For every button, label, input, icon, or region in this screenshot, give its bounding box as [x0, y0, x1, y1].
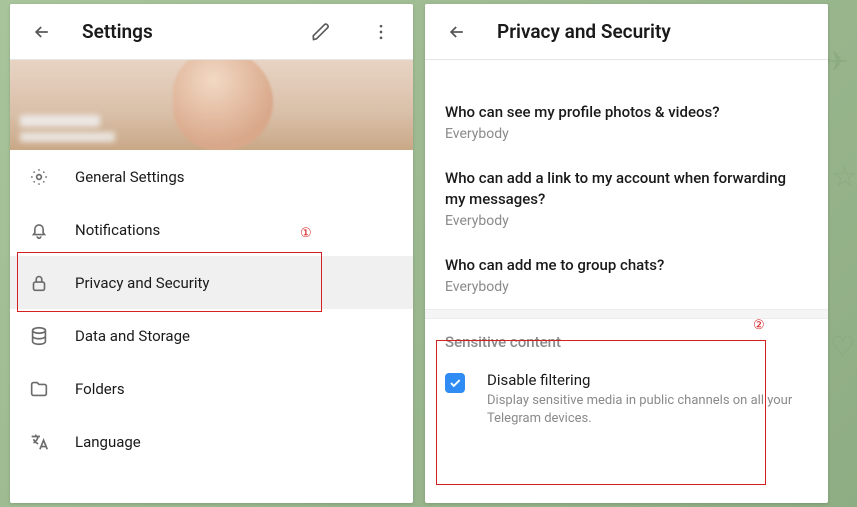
database-icon	[28, 325, 50, 347]
privacy-row-value: Everybody	[445, 126, 808, 142]
privacy-row-title: Who can add a link to my account when fo…	[445, 168, 808, 209]
settings-panel: Settings General Settings Notifications …	[10, 4, 413, 503]
privacy-row-title: Who can add me to group chats?	[445, 255, 808, 275]
more-vert-icon	[371, 22, 391, 42]
menu-item-general[interactable]: General Settings	[10, 150, 413, 203]
menu-label: Language	[75, 433, 141, 451]
menu-item-data[interactable]: Data and Storage	[10, 309, 413, 362]
menu-item-notifications[interactable]: Notifications	[10, 203, 413, 256]
privacy-row-value: Everybody	[445, 279, 808, 295]
privacy-row-value: Everybody	[445, 213, 808, 229]
privacy-row-forward[interactable]: Who can add a link to my account when fo…	[425, 156, 828, 243]
profile-hero[interactable]	[10, 60, 413, 150]
check-icon	[448, 376, 462, 390]
menu-label: Data and Storage	[75, 327, 190, 345]
pencil-icon	[311, 22, 331, 42]
menu-label: Folders	[75, 380, 125, 398]
checkbox-checked[interactable]	[445, 373, 465, 393]
settings-title: Settings	[82, 20, 281, 43]
sensitive-header: Sensitive content	[425, 319, 828, 357]
back-button[interactable]	[437, 12, 477, 52]
settings-header: Settings	[10, 4, 413, 60]
section-separator	[425, 309, 828, 319]
arrow-left-icon	[32, 22, 52, 42]
bell-icon	[28, 219, 50, 241]
privacy-panel: Privacy and Security Who can see my prof…	[425, 4, 828, 503]
menu-item-privacy[interactable]: Privacy and Security	[10, 256, 413, 309]
privacy-title: Privacy and Security	[497, 20, 816, 43]
annotation-label-2: ②	[753, 317, 765, 333]
menu-item-folders[interactable]: Folders	[10, 362, 413, 415]
edit-button[interactable]	[301, 12, 341, 52]
menu-label: General Settings	[75, 168, 185, 186]
privacy-row-groups[interactable]: Who can add me to group chats? Everybody	[425, 243, 828, 309]
privacy-header: Privacy and Security	[425, 4, 828, 60]
menu-label: Notifications	[75, 221, 160, 239]
lock-icon	[28, 272, 50, 294]
disable-filtering-row[interactable]: Disable filtering Display sensitive medi…	[425, 357, 828, 441]
menu-item-language[interactable]: Language	[10, 415, 413, 468]
checkbox-title: Disable filtering	[487, 371, 808, 389]
gear-icon	[28, 166, 50, 188]
menu-label: Privacy and Security	[75, 274, 210, 292]
privacy-row-title: Who can see my profile photos & videos?	[445, 102, 808, 122]
language-icon	[28, 431, 50, 453]
arrow-left-icon	[447, 22, 467, 42]
back-button[interactable]	[22, 12, 62, 52]
folder-icon	[28, 378, 50, 400]
checkbox-desc: Display sensitive media in public channe…	[487, 392, 808, 427]
more-button[interactable]	[361, 12, 401, 52]
privacy-row-photos[interactable]: Who can see my profile photos & videos? …	[425, 90, 828, 156]
annotation-label-1: ①	[300, 225, 312, 241]
